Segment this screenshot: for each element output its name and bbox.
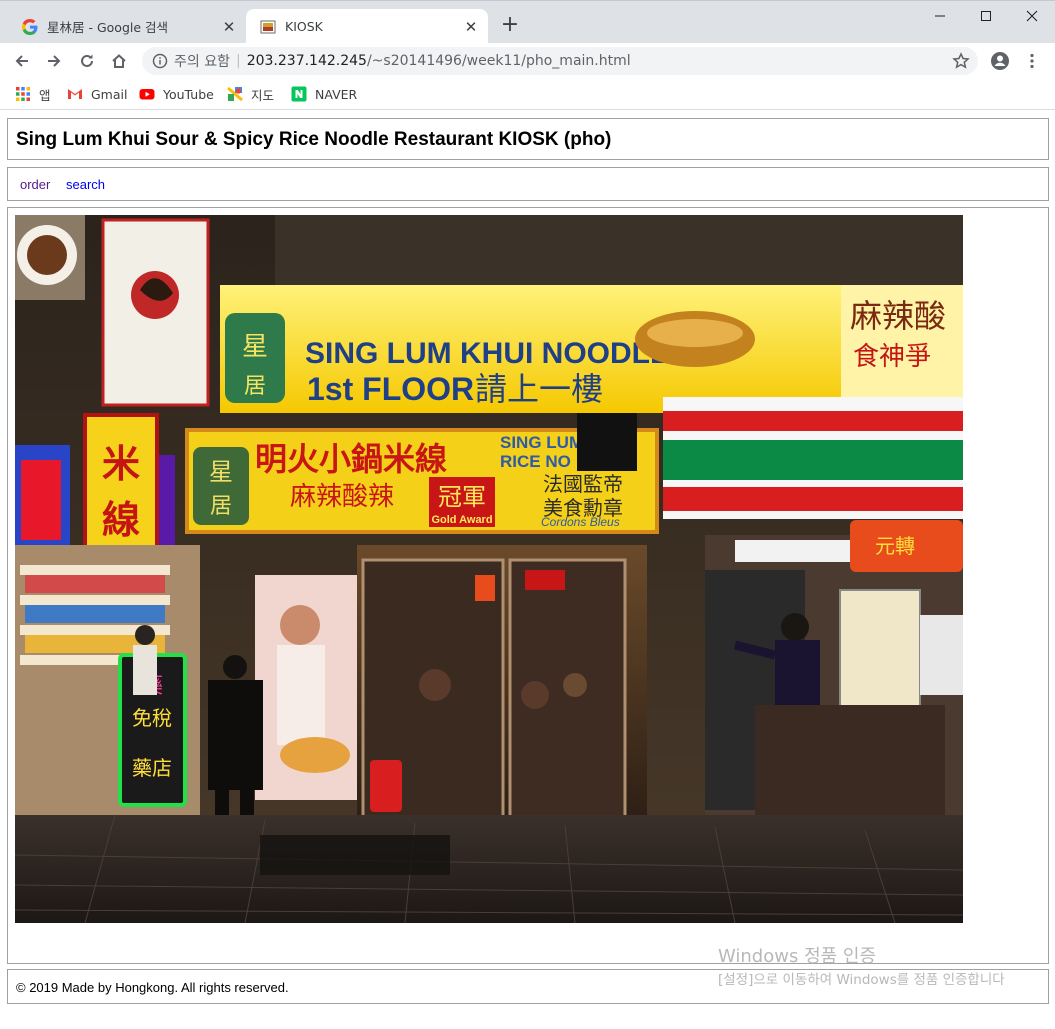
- nav-link-order[interactable]: order: [20, 177, 50, 192]
- svg-text:元轉: 元轉: [875, 534, 915, 558]
- svg-text:居: 居: [210, 494, 232, 519]
- bookmark-apps[interactable]: 앱: [15, 85, 51, 103]
- bookmark-label: YouTube: [163, 86, 214, 102]
- svg-text:明火小鍋米線: 明火小鍋米線: [255, 440, 447, 478]
- tab-title: KIOSK: [285, 19, 323, 34]
- tab-google-search[interactable]: 星林居 - Google 검색 ✕: [8, 9, 246, 44]
- bookmark-youtube[interactable]: YouTube: [139, 85, 214, 103]
- storefront-illustration: 米 線 星 居 SING LUM KHUI NOODLE 1st FLOOR 請…: [15, 215, 963, 923]
- account-circle-icon: [991, 52, 1009, 70]
- home-button[interactable]: [105, 47, 133, 75]
- main-box: 米 線 星 居 SING LUM KHUI NOODLE 1st FLOOR 請…: [7, 207, 1049, 964]
- minimize-button[interactable]: [917, 1, 963, 31]
- naver-icon: [291, 86, 307, 102]
- bookmark-maps[interactable]: 지도: [227, 85, 274, 103]
- svg-text:居: 居: [244, 374, 266, 399]
- svg-text:冠軍: 冠軍: [438, 483, 486, 511]
- svg-text:星: 星: [209, 458, 233, 486]
- svg-text:法國監帝: 法國監帝: [543, 472, 623, 496]
- nav-link-search[interactable]: search: [66, 177, 105, 192]
- svg-text:線: 線: [102, 497, 140, 542]
- bookmark-label: Gmail: [91, 86, 128, 102]
- reload-button[interactable]: [73, 47, 101, 75]
- svg-text:麻辣酸: 麻辣酸: [850, 297, 946, 335]
- svg-text:1st FLOOR: 1st FLOOR: [307, 371, 474, 407]
- page-favicon: [260, 20, 276, 33]
- copyright-text: © 2019 Made by Hongkong. All rights rese…: [16, 980, 289, 995]
- browser-toolbar: 주의 요함 | 203.237.142.245/~s20141496/week1…: [0, 43, 1055, 79]
- address-bar[interactable]: 주의 요함 | 203.237.142.245/~s20141496/week1…: [142, 47, 978, 75]
- tab-close-icon[interactable]: ✕: [220, 18, 238, 36]
- svg-text:Cordons Bleus: Cordons Bleus: [541, 515, 620, 529]
- reload-icon: [81, 54, 93, 67]
- home-icon: [112, 54, 126, 68]
- svg-text:SING LUM KHUI NOODLE: SING LUM KHUI NOODLE: [305, 337, 670, 370]
- nav-box: order search: [7, 167, 1049, 201]
- svg-text:米: 米: [102, 441, 140, 486]
- bookmark-star-icon[interactable]: [952, 52, 970, 70]
- svg-text:免稅: 免稅: [132, 706, 172, 730]
- minimize-icon: [935, 15, 945, 17]
- forward-button[interactable]: [40, 47, 68, 75]
- maximize-icon: [981, 11, 991, 21]
- footer-box: © 2019 Made by Hongkong. All rights rese…: [7, 969, 1049, 1004]
- svg-text:食神爭: 食神爭: [853, 342, 931, 372]
- url-path: /~s20141496/week11/pho_main.html: [366, 53, 631, 69]
- bookmark-label: NAVER: [315, 86, 358, 102]
- menu-button[interactable]: [1018, 47, 1046, 75]
- svg-text:星: 星: [242, 332, 268, 362]
- close-icon: [1026, 10, 1038, 22]
- gmail-icon: [68, 89, 82, 99]
- apps-grid-icon: [16, 87, 30, 101]
- svg-text:麻辣酸辣: 麻辣酸辣: [290, 482, 394, 512]
- maximize-button[interactable]: [963, 1, 1009, 31]
- arrow-right-icon: [48, 55, 61, 67]
- security-warning-text: 주의 요함: [174, 54, 230, 70]
- header-box: Sing Lum Khui Sour & Spicy Rice Noodle R…: [7, 118, 1049, 160]
- bookmark-label: 지도: [251, 87, 275, 103]
- google-g-icon: [22, 18, 38, 35]
- profile-button[interactable]: [986, 47, 1014, 75]
- arrow-left-icon: [15, 55, 28, 67]
- close-window-button[interactable]: [1009, 1, 1055, 31]
- new-tab-button[interactable]: +: [497, 13, 523, 39]
- back-button[interactable]: [8, 47, 36, 75]
- tab-close-icon[interactable]: ✕: [462, 18, 480, 36]
- browser-titlebar: 星林居 - Google 검색 ✕ KIOSK ✕ +: [0, 0, 1055, 44]
- page-title: Sing Lum Khui Sour & Spicy Rice Noodle R…: [16, 129, 612, 150]
- svg-text:藥店: 藥店: [132, 756, 172, 780]
- svg-text:請上一樓: 請上一樓: [475, 370, 603, 408]
- url-host: 203.237.142.245: [246, 53, 367, 69]
- info-circle-icon[interactable]: [152, 53, 168, 69]
- bookmarks-bar: 앱 Gmail YouTube 지도 NAVER: [0, 79, 1055, 110]
- maps-icon: [227, 86, 243, 102]
- bookmark-label: 앱: [39, 87, 51, 103]
- youtube-icon: [139, 89, 155, 100]
- svg-text:SING LUM: SING LUM: [500, 433, 583, 452]
- svg-text:ELE: ELE: [920, 451, 963, 476]
- tab-title: 星林居 - Google 검색: [47, 20, 169, 35]
- svg-text:Gold Award: Gold Award: [431, 514, 492, 526]
- svg-text:RICE NO: RICE NO: [500, 452, 571, 471]
- tab-kiosk[interactable]: KIOSK ✕: [246, 9, 488, 44]
- restaurant-photo: 米 線 星 居 SING LUM KHUI NOODLE 1st FLOOR 請…: [15, 215, 963, 923]
- bookmark-gmail[interactable]: Gmail: [67, 85, 127, 103]
- more-vertical-icon: [1030, 53, 1034, 69]
- bookmark-naver[interactable]: NAVER: [291, 85, 357, 103]
- address-separator: |: [235, 53, 241, 69]
